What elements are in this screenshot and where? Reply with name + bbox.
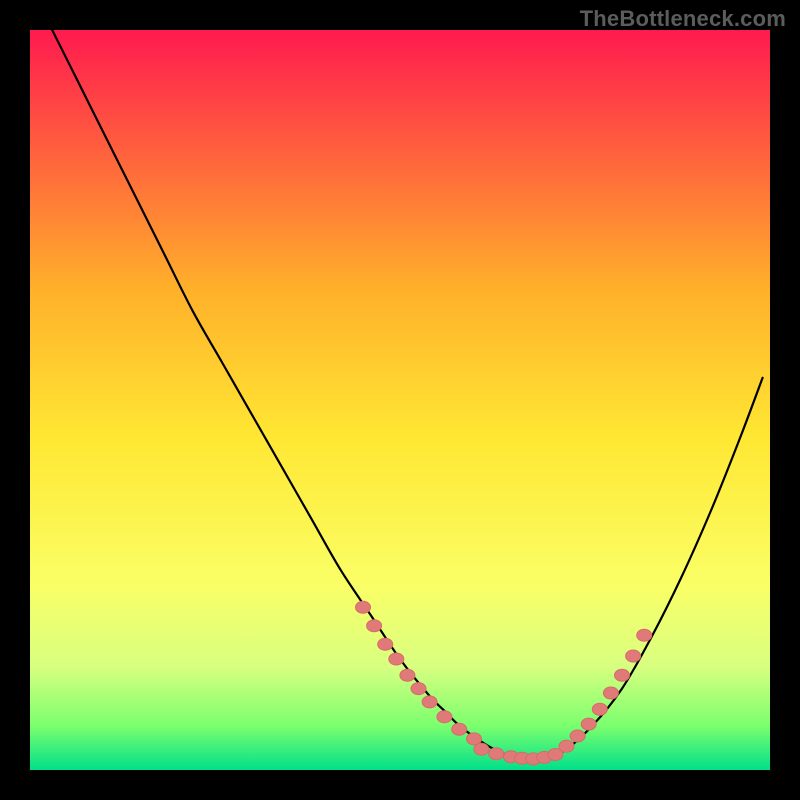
data-dot xyxy=(489,748,504,760)
data-dot xyxy=(592,703,607,715)
data-dot xyxy=(411,683,426,695)
data-dot xyxy=(378,638,393,650)
data-dot xyxy=(559,740,574,752)
data-dot xyxy=(615,669,630,681)
chart-stage: TheBottleneck.com xyxy=(0,0,800,800)
data-dot xyxy=(452,723,467,735)
data-dot xyxy=(367,620,382,632)
data-dot xyxy=(603,687,618,699)
data-dot xyxy=(389,653,404,665)
data-dot xyxy=(626,650,641,662)
data-dot xyxy=(422,696,437,708)
data-dot xyxy=(356,601,371,613)
data-dot xyxy=(570,730,585,742)
data-dot xyxy=(474,743,489,755)
bottleneck-chart xyxy=(0,0,800,800)
data-dot xyxy=(437,711,452,723)
data-dot xyxy=(637,629,652,641)
data-dot xyxy=(400,669,415,681)
data-dot xyxy=(581,718,596,730)
